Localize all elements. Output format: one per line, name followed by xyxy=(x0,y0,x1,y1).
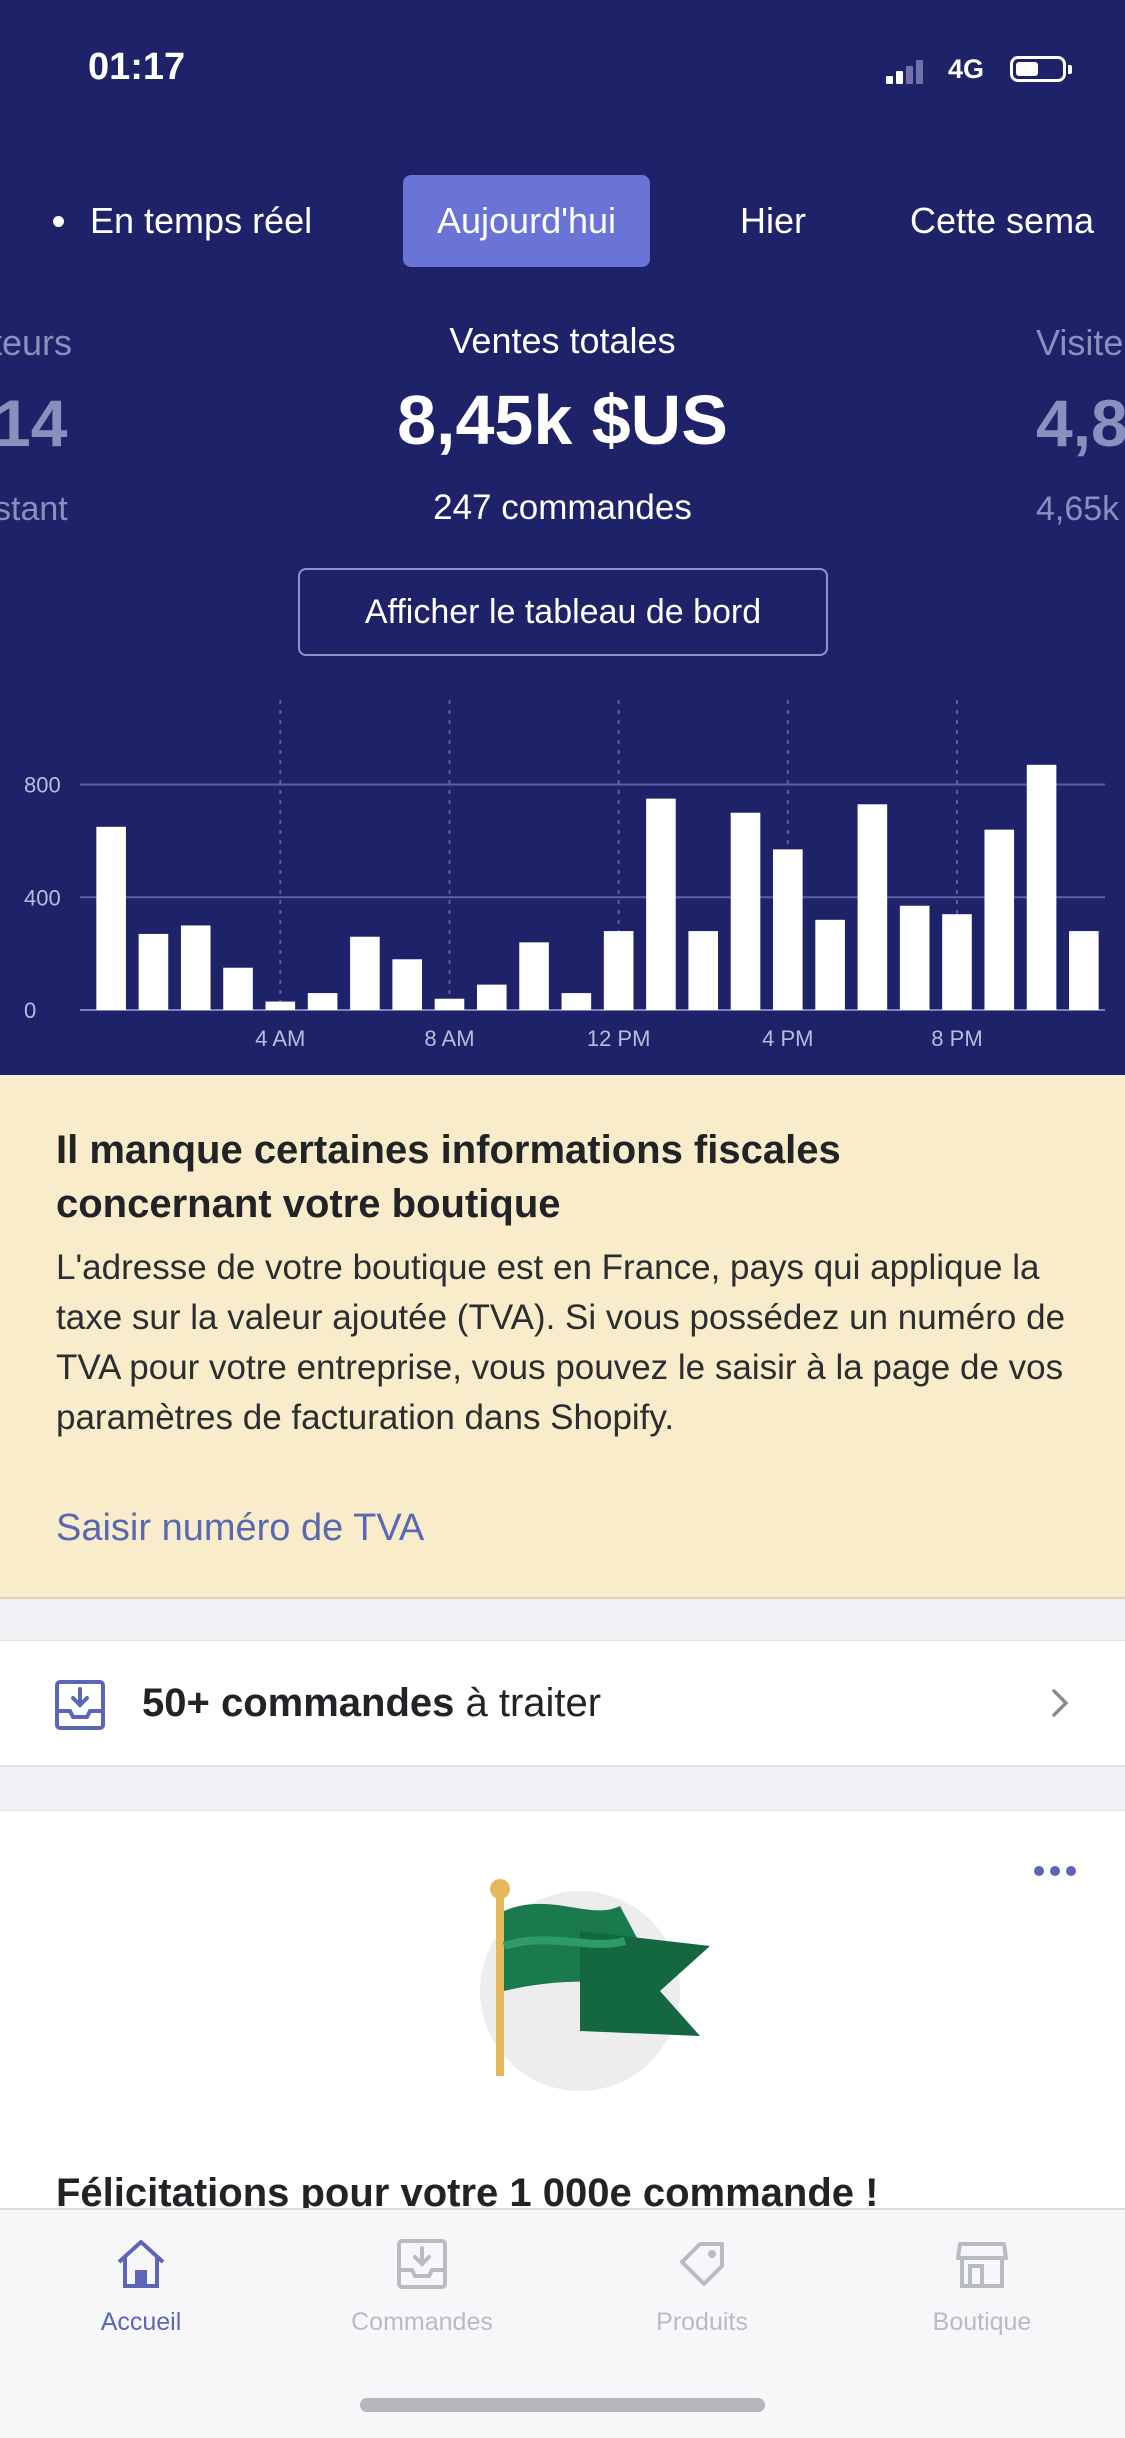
live-dot-icon xyxy=(53,216,64,227)
chart-bar xyxy=(561,993,592,1010)
analytics-header: 01:17 4G En temps réel Aujourd'hui Hier … xyxy=(0,0,1125,1075)
chart-bar xyxy=(1026,764,1057,1010)
x-tick-label: 4 AM xyxy=(255,1026,305,1051)
chart-bar xyxy=(223,967,253,1010)
chevron-right-icon xyxy=(1052,1689,1069,1717)
orders-to-fulfill-row[interactable]: 50+ commandes à traiter xyxy=(0,1640,1125,1767)
tax-notice-body: L'adresse de votre boutique est en Franc… xyxy=(56,1248,1066,1437)
x-tick-label: 4 PM xyxy=(762,1026,813,1051)
x-tick-label: 12 PM xyxy=(587,1026,651,1051)
hourly-sales-chart: 0 400 800 4 AM 8 AM 12 PM 4 PM 8 PM xyxy=(24,700,1105,1051)
signal-icon xyxy=(886,58,932,84)
tab-products-label: Produits xyxy=(656,2308,748,2336)
home-icon xyxy=(117,2240,165,2288)
chart-bar xyxy=(942,914,972,1010)
chart-bar xyxy=(603,931,634,1010)
tab-home-label: Accueil xyxy=(100,2308,182,2336)
tax-notice-banner: Il manque certaines informations fiscale… xyxy=(0,1075,1125,1599)
chart-bar xyxy=(688,931,719,1010)
chart-bar xyxy=(899,905,930,1010)
metric-right-value: 4,8 xyxy=(1036,386,1125,460)
x-tick-label: 8 AM xyxy=(424,1026,474,1051)
tab-store[interactable]: Boutique xyxy=(862,2236,1102,2337)
chart-bar xyxy=(815,919,845,1010)
inbox-download-icon xyxy=(55,1680,105,1730)
orders-count-bold: 50+ commandes xyxy=(142,1681,455,1725)
chart-bar xyxy=(180,925,211,1010)
metric-right-sub: 4,65k xyxy=(1036,490,1120,528)
total-sales-label: Ventes totales xyxy=(449,320,676,361)
metric-right-label: Visite xyxy=(1036,322,1124,363)
chart-bar xyxy=(984,829,1015,1010)
more-options-icon[interactable] xyxy=(1030,1861,1080,1881)
chart-bar xyxy=(350,936,380,1010)
total-sales-value: 8,45k $US xyxy=(397,381,728,459)
view-dashboard-button[interactable]: Afficher le tableau de bord xyxy=(298,568,828,656)
store-icon xyxy=(956,2242,1008,2288)
milestone-card: Félicitations pour votre 1 000e commande… xyxy=(0,1810,1125,2211)
orders-count: 247 commandes xyxy=(433,488,692,527)
tab-home[interactable]: Accueil xyxy=(21,2236,261,2337)
chart-bar xyxy=(476,984,507,1010)
milestone-title: Félicitations pour votre 1 000e commande… xyxy=(56,2171,879,2211)
tab-store-label: Boutique xyxy=(932,2308,1032,2336)
status-bar: 01:17 4G xyxy=(0,0,1125,140)
tab-yesterday[interactable]: Hier xyxy=(740,175,806,267)
tab-today[interactable]: Aujourd'hui xyxy=(403,175,650,267)
chart-bar xyxy=(1069,931,1099,1010)
flag-illustration xyxy=(480,1879,710,2091)
y-tick-label: 0 xyxy=(24,998,36,1023)
orders-to-fulfill-text: 50+ commandes à traiter xyxy=(142,1681,601,1726)
tab-orders[interactable]: Commandes xyxy=(302,2236,542,2337)
tab-realtime[interactable]: En temps réel xyxy=(90,175,312,267)
chart-bar xyxy=(730,812,761,1010)
battery-icon xyxy=(1010,56,1072,82)
period-tabs: En temps réel Aujourd'hui Hier Cette sem… xyxy=(0,175,1125,267)
home-indicator xyxy=(360,2398,765,2412)
chart-bar xyxy=(392,959,422,1010)
chart-bar xyxy=(307,993,338,1010)
chart-bar xyxy=(96,826,126,1010)
orders-suffix: à traiter xyxy=(454,1681,602,1725)
status-time: 01:17 xyxy=(88,46,186,88)
tab-products[interactable]: Produits xyxy=(582,2236,822,2337)
chart-bar xyxy=(434,998,465,1010)
chart-bar xyxy=(773,849,803,1010)
tab-orders-label: Commandes xyxy=(351,2308,493,2336)
y-tick-label: 400 xyxy=(24,885,61,910)
chart-bar xyxy=(265,1001,296,1010)
chart-bar xyxy=(138,933,169,1010)
orders-icon xyxy=(397,2239,447,2289)
tag-icon xyxy=(680,2242,724,2286)
y-tick-label: 800 xyxy=(24,773,61,798)
chart-bar xyxy=(519,942,549,1010)
tab-this-week[interactable]: Cette sema xyxy=(910,175,1094,267)
x-tick-label: 8 PM xyxy=(931,1026,982,1051)
chart-bar xyxy=(646,798,676,1010)
tax-notice-title: Il manque certaines informations fiscale… xyxy=(56,1128,841,1226)
chart-bar xyxy=(857,804,888,1010)
network-type: 4G xyxy=(948,54,985,84)
enter-vat-link[interactable]: Saisir numéro de TVA xyxy=(56,1507,424,1550)
